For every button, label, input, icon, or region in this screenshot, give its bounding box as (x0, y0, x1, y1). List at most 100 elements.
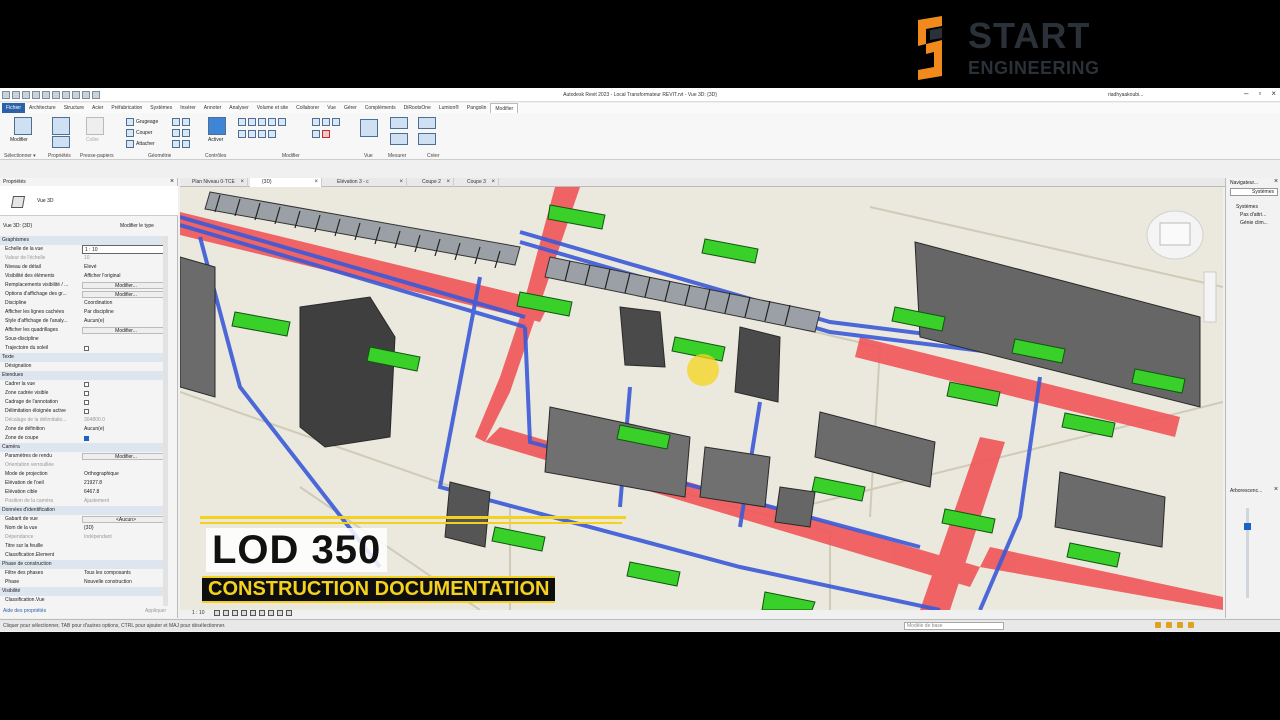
sun-path-icon[interactable] (231, 609, 238, 616)
tab-close-icon[interactable]: × (240, 178, 244, 187)
property-row[interactable]: Valeur de l'échelle 10 (0, 254, 168, 263)
tree-root[interactable]: Systèmes (1236, 204, 1258, 210)
property-value[interactable] (82, 461, 168, 470)
property-checkbox[interactable] (84, 391, 89, 396)
property-row[interactable]: Remplacements visibilité / ... Modifier..… (0, 281, 168, 290)
property-value[interactable]: Indépendant (82, 533, 168, 542)
ribbon-tab-item[interactable]: Insérer (176, 103, 200, 113)
property-value[interactable] (82, 407, 168, 416)
activate-controls-icon[interactable] (208, 117, 226, 135)
paste-icon[interactable] (86, 117, 104, 135)
lock-3d-icon[interactable] (267, 609, 274, 616)
property-row[interactable]: Elévation de l'oeil 21927.8 (0, 479, 168, 488)
tab-close-icon[interactable]: × (446, 178, 450, 187)
activate-button[interactable]: Activer (208, 137, 223, 143)
property-checkbox[interactable] (84, 436, 89, 441)
ribbon-tab-item[interactable]: Collaborer (292, 103, 323, 113)
ribbon-tab-item[interactable]: Lumion® (435, 103, 463, 113)
property-checkbox[interactable] (84, 346, 89, 351)
property-row[interactable]: Titre sur la feuille (0, 542, 168, 551)
join-icon-button[interactable] (172, 118, 190, 126)
ribbon-tab-item[interactable]: Pangolin (463, 103, 490, 113)
property-row[interactable]: Style d'affichage de l'analy... Aucun(e) (0, 317, 168, 326)
property-value[interactable]: Elevé (82, 263, 168, 272)
property-value[interactable]: Tous les composants (82, 569, 168, 578)
navigator-close-icon[interactable]: × (1274, 178, 1278, 185)
property-value[interactable] (82, 335, 168, 344)
view-tab[interactable]: Plan Niveau 0-TCE × (180, 178, 248, 187)
delete-tools-row[interactable] (312, 130, 330, 138)
arborescence-scrollbar[interactable] (1246, 508, 1249, 598)
property-checkbox[interactable] (84, 382, 89, 387)
tree-item[interactable]: Génie clim... (1240, 220, 1268, 226)
property-row[interactable]: Zone cadrée visible (0, 389, 168, 398)
property-value[interactable]: 1 : 10 (82, 245, 168, 254)
property-value[interactable] (82, 362, 168, 371)
property-edit-button[interactable]: <Aucun> (82, 516, 168, 523)
property-row[interactable]: Cadrage de l'annotation (0, 398, 168, 407)
property-value[interactable] (82, 551, 168, 560)
array-tools-row[interactable] (312, 118, 340, 126)
tab-close-icon[interactable]: × (314, 178, 318, 187)
ribbon-tab-item[interactable]: Modifier (490, 103, 519, 113)
view-tab[interactable]: Coupe 3 × (455, 178, 499, 187)
tab-close-icon[interactable]: × (399, 178, 403, 187)
maximize-icon[interactable]: ▫ (1258, 90, 1261, 98)
filter-icon[interactable] (1188, 622, 1194, 628)
property-row[interactable]: Cadrer la vue (0, 380, 168, 389)
view-tab[interactable]: {3D} × (250, 178, 322, 187)
property-value[interactable]: 21927.8 (82, 479, 168, 488)
ribbon-tab-item[interactable]: Compléments (361, 103, 400, 113)
ribbon-tab-item[interactable]: Architecture (25, 103, 60, 113)
instance-selector[interactable]: Vue 3D: {3D} Modifier le type (0, 221, 178, 230)
show-crop-icon[interactable] (258, 609, 265, 616)
property-row[interactable]: Décalage de la délimitatio... 304800.0 (0, 416, 168, 425)
property-row[interactable]: Phase Nouvelle construction (0, 578, 168, 587)
align-tools-row[interactable] (238, 118, 286, 126)
property-value[interactable] (82, 380, 168, 389)
properties-scrollbar[interactable] (163, 236, 168, 606)
property-row[interactable]: Orientation verrouillée (0, 461, 168, 470)
property-value[interactable]: Nouvelle construction (82, 578, 168, 587)
property-value[interactable] (82, 542, 168, 551)
property-value[interactable] (82, 344, 168, 353)
property-row[interactable]: Gabarit de vue <Aucun> (0, 515, 168, 524)
ribbon-tab-item[interactable]: Vue (323, 103, 340, 113)
create-part-icon[interactable] (418, 117, 436, 129)
detail-level-icon[interactable] (213, 609, 220, 616)
close-icon[interactable]: × (1271, 90, 1276, 98)
minimize-icon[interactable]: – (1244, 90, 1248, 98)
property-category[interactable]: Graphismes (0, 236, 168, 245)
temp-hide-icon[interactable] (276, 609, 283, 616)
property-value[interactable] (82, 389, 168, 398)
property-row[interactable]: Classification.Element (0, 551, 168, 560)
ribbon-tab-item[interactable]: Annoter (200, 103, 226, 113)
property-value[interactable]: Ajustement (82, 497, 168, 506)
property-checkbox[interactable] (84, 400, 89, 405)
dimension-icon[interactable] (390, 133, 408, 145)
visual-style-icon[interactable] (222, 609, 229, 616)
modify-cursor-icon[interactable] (14, 117, 32, 135)
property-value[interactable]: Par discipline (82, 308, 168, 317)
measure-tool-icon[interactable] (390, 117, 408, 129)
property-row[interactable]: Classification.Vue (0, 596, 168, 605)
navigator-combo[interactable]: Systèmes (1230, 188, 1278, 196)
property-row[interactable]: Zone de coupe (0, 434, 168, 443)
property-edit-button[interactable]: Modifier... (82, 327, 168, 334)
create-group-icon[interactable] (418, 133, 436, 145)
property-row[interactable]: Position de la caméra Ajustement (0, 497, 168, 506)
select-menu[interactable]: Sélectionner ▾ (4, 153, 36, 159)
property-value[interactable]: Afficher l'original (82, 272, 168, 281)
ribbon-tab-item[interactable]: Gérer (340, 103, 361, 113)
property-row[interactable]: Visibilité des éléments Afficher l'origin… (0, 272, 168, 281)
property-row[interactable]: Discipline Coordination (0, 299, 168, 308)
properties-close-icon[interactable]: × (170, 178, 174, 185)
user-name[interactable]: riadhyaakoubi... (1108, 92, 1143, 98)
modify-button[interactable]: Modifier (10, 137, 28, 143)
property-value[interactable]: Coordination (82, 299, 168, 308)
property-row[interactable]: Niveau de détail Elevé (0, 263, 168, 272)
reveal-hidden-icon[interactable] (285, 609, 292, 616)
move-tools-row[interactable] (238, 130, 276, 138)
paste-button[interactable]: Coller (86, 137, 99, 143)
tab-close-icon[interactable]: × (491, 178, 495, 187)
